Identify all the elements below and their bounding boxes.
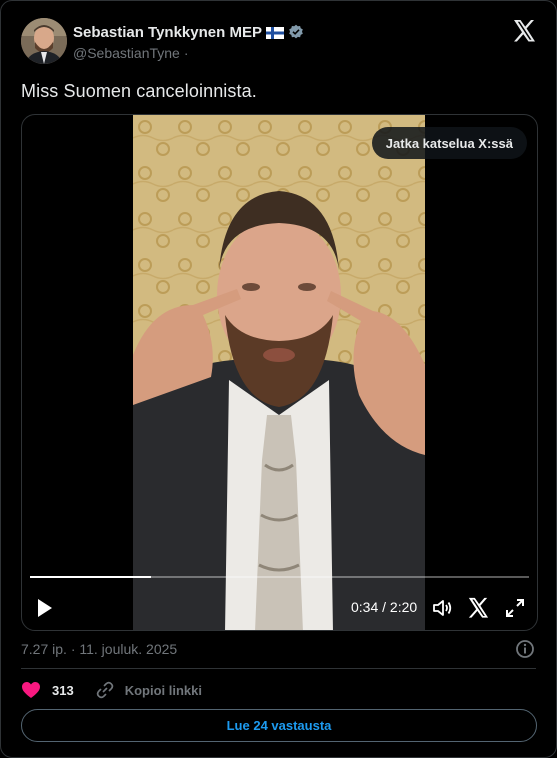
author-name[interactable]: Sebastian Tynkkynen MEP (73, 24, 262, 41)
play-icon[interactable] (36, 598, 54, 618)
author-handle-row[interactable]: @SebastianTyne · (73, 45, 189, 61)
video-progress-bar[interactable] (30, 576, 529, 578)
verified-badge-icon (288, 24, 304, 40)
fullscreen-icon[interactable] (504, 597, 526, 619)
finland-flag-icon (265, 26, 284, 39)
video-player[interactable]: Jatka katselua X:ssä 0:34 / 2:20 (21, 114, 538, 631)
tweet-embed-card: Sebastian Tynkkynen MEP @SebastianTyne ·… (0, 0, 557, 758)
link-icon[interactable] (96, 681, 114, 699)
volume-icon[interactable] (431, 597, 453, 619)
author-handle[interactable]: @SebastianTyne (73, 45, 180, 61)
divider (21, 668, 536, 669)
video-frame[interactable] (133, 115, 425, 630)
author-avatar[interactable] (21, 18, 67, 64)
handle-separator: · (183, 45, 189, 61)
x-logo-icon[interactable] (512, 19, 536, 43)
info-icon[interactable] (515, 639, 535, 659)
author-name-row[interactable]: Sebastian Tynkkynen MEP (73, 22, 304, 42)
tweet-timestamp[interactable]: 7.27 ip. · 11. jouluk. 2025 (21, 641, 177, 657)
tweet-text: Miss Suomen canceloinnista. (21, 81, 257, 101)
like-count[interactable]: 313 (52, 683, 74, 698)
continue-on-x-button[interactable]: Jatka katselua X:ssä (371, 127, 527, 159)
heart-icon[interactable] (21, 680, 41, 700)
tweet-actions: 313 Kopioi linkki (21, 679, 202, 701)
video-progress-fill (30, 576, 152, 578)
read-replies-button[interactable]: Lue 24 vastausta (21, 709, 537, 742)
copy-link-button[interactable]: Kopioi linkki (125, 683, 202, 698)
x-logo-icon[interactable] (467, 597, 489, 619)
video-time: 0:34 / 2:20 (351, 599, 418, 615)
